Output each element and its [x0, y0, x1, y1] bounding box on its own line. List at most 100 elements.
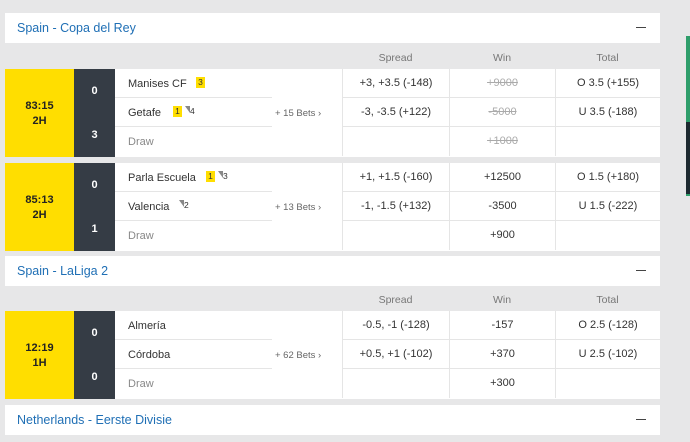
league-title[interactable]: Spain - Copa del Rey	[17, 21, 136, 35]
match-period: 1H	[32, 357, 47, 369]
match-period: 2H	[32, 115, 47, 127]
away-score: 3	[91, 129, 98, 141]
total-odds-empty	[555, 127, 660, 156]
more-bets-label: + 62 Bets	[275, 350, 316, 361]
column-headers: Spread Win Total	[5, 288, 660, 310]
corner-count: 2	[184, 200, 189, 210]
league-title[interactable]: Netherlands - Eerste Divisie	[17, 413, 172, 427]
spread-odds-away[interactable]: +0.5, +1 (-102)	[342, 340, 449, 369]
chevron-right-icon: ›	[318, 108, 322, 119]
match-row[interactable]: 83:15 2H 0 3 Manises CF 3 Getafe 1 4 Dra…	[5, 69, 660, 157]
total-odds-empty	[555, 369, 660, 398]
home-team-row[interactable]: Almería	[115, 311, 272, 340]
away-team-name: Valencia	[128, 201, 170, 213]
corner-flag-icon: 3	[218, 171, 230, 182]
total-odds-over[interactable]: O 2.5 (-128)	[555, 311, 660, 340]
match-time: 83:15	[25, 100, 54, 112]
draw-label: Draw	[128, 136, 154, 148]
total-odds-empty	[555, 221, 660, 250]
away-team-row[interactable]: Córdoba	[115, 340, 272, 369]
total-odds-under[interactable]: U 3.5 (-188)	[555, 98, 660, 127]
corner-count: 3	[223, 171, 228, 181]
collapse-icon[interactable]	[636, 419, 646, 420]
match-row[interactable]: 12:19 1H 0 0 Almería Córdoba Draw + 62 B…	[5, 311, 660, 399]
corner-flag-icon: 2	[179, 200, 191, 211]
side-panel-edge	[686, 194, 690, 196]
score-box: 0 3	[74, 69, 115, 157]
match-time: 85:13	[25, 194, 54, 206]
away-score: 1	[91, 223, 98, 235]
league-title[interactable]: Spain - LaLiga 2	[17, 264, 108, 278]
corner-flag-icon: 4	[185, 106, 197, 117]
win-odds-draw[interactable]: +900	[449, 221, 555, 250]
match-clock: 12:19 1H	[5, 311, 74, 399]
league-header-laliga-2[interactable]: Spain - LaLiga 2	[5, 256, 660, 286]
home-score: 0	[91, 179, 98, 191]
spread-odds-draw	[342, 127, 449, 156]
spread-odds-draw	[342, 221, 449, 250]
draw-row[interactable]: Draw	[115, 127, 272, 156]
draw-row[interactable]: Draw	[115, 369, 272, 398]
more-bets-label: + 15 Bets	[275, 108, 316, 119]
match-row[interactable]: 85:13 2H 0 1 Parla Escuela 1 3 Valencia …	[5, 163, 660, 251]
column-headers: Spread Win Total	[5, 46, 660, 68]
win-odds-home[interactable]: +12500	[449, 163, 555, 192]
league-header-eerste-divisie[interactable]: Netherlands - Eerste Divisie	[5, 405, 660, 435]
home-team-row[interactable]: Manises CF 3	[115, 69, 272, 98]
total-odds-under[interactable]: U 2.5 (-102)	[555, 340, 660, 369]
away-team-row[interactable]: Valencia 2	[115, 192, 272, 221]
collapse-icon[interactable]	[636, 270, 646, 271]
league-header-copa-del-rey[interactable]: Spain - Copa del Rey	[5, 13, 660, 43]
spread-odds-away[interactable]: -1, -1.5 (+132)	[342, 192, 449, 221]
away-team-row[interactable]: Getafe 1 4	[115, 98, 272, 127]
home-team-name: Parla Escuela	[128, 172, 196, 184]
spread-odds-draw	[342, 369, 449, 398]
win-odds-away[interactable]: -3500	[449, 192, 555, 221]
spread-odds-home[interactable]: -0.5, -1 (-128)	[342, 311, 449, 340]
score-box: 0 1	[74, 163, 115, 251]
win-odds-away[interactable]: +370	[449, 340, 555, 369]
yellow-card-icon: 1	[206, 171, 215, 182]
total-odds-over[interactable]: O 1.5 (+180)	[555, 163, 660, 192]
draw-row[interactable]: Draw	[115, 221, 272, 250]
more-bets-link[interactable]: + 15 Bets ›	[275, 108, 345, 119]
win-odds-home[interactable]: -157	[449, 311, 555, 340]
total-column-header: Total	[596, 294, 619, 306]
score-box: 0 0	[74, 311, 115, 399]
total-column-header: Total	[596, 52, 619, 64]
win-odds-home[interactable]: +9000	[449, 69, 555, 98]
home-score: 0	[91, 327, 98, 339]
spread-column-header: Spread	[378, 294, 413, 306]
home-team-name: Almería	[128, 320, 166, 332]
more-bets-label: + 13 Bets	[275, 202, 316, 213]
spread-column-header: Spread	[378, 52, 413, 64]
win-column-header: Win	[492, 294, 512, 306]
win-odds-away[interactable]: -5000	[449, 98, 555, 127]
more-bets-link[interactable]: + 13 Bets ›	[275, 202, 345, 213]
win-odds-draw[interactable]: +1000	[449, 127, 555, 156]
more-bets-link[interactable]: + 62 Bets ›	[275, 350, 345, 361]
collapse-icon[interactable]	[636, 27, 646, 28]
home-team-name: Manises CF	[128, 78, 187, 90]
away-team-name: Getafe	[128, 107, 162, 119]
side-panel-edge	[686, 122, 690, 194]
total-odds-under[interactable]: U 1.5 (-222)	[555, 192, 660, 221]
side-panel-edge	[686, 36, 690, 122]
draw-label: Draw	[128, 230, 154, 242]
match-clock: 85:13 2H	[5, 163, 74, 251]
chevron-right-icon: ›	[318, 202, 322, 213]
spread-odds-away[interactable]: -3, -3.5 (+122)	[342, 98, 449, 127]
match-time: 12:19	[25, 342, 54, 354]
spread-odds-home[interactable]: +3, +3.5 (-148)	[342, 69, 449, 98]
win-column-header: Win	[492, 52, 512, 64]
home-score: 0	[91, 85, 98, 97]
home-team-row[interactable]: Parla Escuela 1 3	[115, 163, 272, 192]
match-clock: 83:15 2H	[5, 69, 74, 157]
draw-label: Draw	[128, 378, 154, 390]
yellow-card-icon: 3	[196, 77, 205, 88]
yellow-card-icon: 1	[173, 106, 182, 117]
spread-odds-home[interactable]: +1, +1.5 (-160)	[342, 163, 449, 192]
total-odds-over[interactable]: O 3.5 (+155)	[555, 69, 660, 98]
match-period: 2H	[32, 209, 47, 221]
win-odds-draw[interactable]: +300	[449, 369, 555, 398]
